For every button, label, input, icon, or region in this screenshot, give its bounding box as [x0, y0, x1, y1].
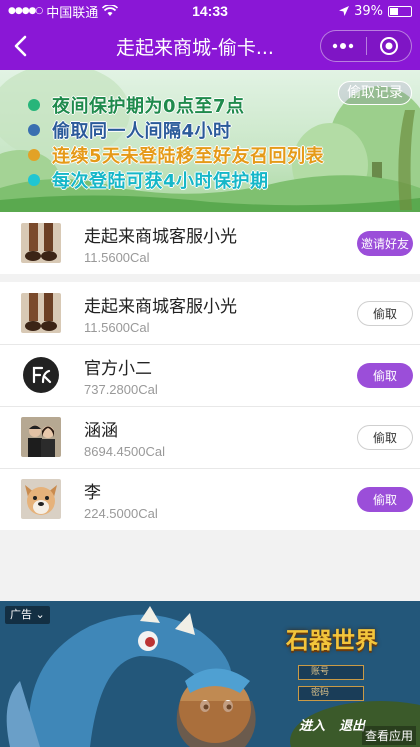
close-miniprogram-button[interactable]: [367, 31, 412, 61]
friend-score: 11.5600Cal: [84, 319, 150, 335]
user-name: 走起来商城客服小光: [84, 226, 237, 247]
game-logo: 石器世界: [286, 627, 378, 654]
friend-row: 李 224.5000Cal 偷取: [0, 468, 420, 530]
friend-score: 8694.4500Cal: [84, 443, 165, 459]
friend-row: 涵涵 8694.4500Cal 偷取: [0, 406, 420, 468]
friend-name: 涵涵: [84, 420, 118, 441]
view-app-button[interactable]: 查看应用: [361, 726, 416, 745]
ad-banner[interactable]: 广告 ⌄ 石器世界 账号 密码 进入 退出 查看应用: [0, 601, 420, 747]
more-dots-icon: [333, 43, 354, 49]
steal-button[interactable]: 偷取: [357, 486, 413, 512]
avatar: [21, 479, 61, 519]
carrier-label: 中国联通: [46, 5, 99, 21]
rule-text: 夜间保护期为0点至7点: [52, 95, 245, 117]
ad-password-field: 密码: [298, 686, 364, 701]
rules-banner: 偷取记录 夜间保护期为0点至7点 偷取同一人间隔4小时连续5天未登陆移至好友召回列…: [0, 70, 420, 212]
friend-name: 官方小二: [84, 358, 152, 379]
avatar: [21, 417, 61, 457]
signal-icon: ●●●●○: [8, 6, 43, 16]
avatar: [21, 293, 61, 333]
target-circle-icon: [379, 37, 398, 55]
friend-row: 官方小二 737.2800Cal 偷取: [0, 344, 420, 406]
steal-button[interactable]: 偷取: [357, 300, 413, 326]
friend-score: 224.5000Cal: [84, 505, 158, 521]
steal-button[interactable]: 偷取: [357, 424, 413, 450]
self-card: 走起来商城客服小光 11.5600Cal 邀请好友: [0, 212, 420, 274]
bullet-dot-icon: [28, 123, 40, 136]
bullet-dot-icon: [28, 148, 40, 161]
rule-item: 每次登陆可获4小时保护期: [28, 167, 324, 192]
rule-text: 每次登陆可获4小时保护期: [52, 170, 269, 192]
steal-button[interactable]: 偷取: [357, 362, 413, 388]
status-bar: ●●●●○ 中国联通 14:33 39%: [0, 0, 420, 22]
rule-item: 连续5天未登陆移至好友召回列表: [28, 142, 324, 167]
bullet-dot-icon: [28, 173, 40, 186]
rules-list: 夜间保护期为0点至7点 偷取同一人间隔4小时连续5天未登陆移至好友召回列表 每次登陆…: [28, 92, 324, 192]
user-score: 11.5600Cal: [84, 249, 150, 265]
ad-account-field: 账号: [298, 665, 364, 680]
self-row: 走起来商城客服小光 11.5600Cal 邀请好友: [0, 212, 420, 274]
rule-item: 夜间保护期为0点至7点: [28, 92, 324, 117]
wifi-icon: [102, 5, 119, 16]
back-button[interactable]: [0, 22, 40, 70]
invite-friend-button[interactable]: 邀请好友: [357, 230, 413, 256]
battery-percent: 39%: [354, 3, 383, 19]
more-button[interactable]: [321, 31, 366, 61]
ad-enter-button: 进入: [298, 719, 325, 734]
mini-program-capsule: [320, 30, 412, 62]
ad-tag[interactable]: 广告 ⌄: [5, 606, 50, 624]
avatar: [21, 355, 61, 395]
rule-item: 偷取同一人间隔4小时: [28, 117, 324, 142]
ad-tag-label: 广告: [10, 608, 32, 621]
friends-list: 走起来商城客服小光 11.5600Cal 偷取 官方小二 737.2800Cal 偷取 涵涵…: [0, 282, 420, 530]
status-time: 14:33: [192, 3, 228, 19]
steal-log-button[interactable]: 偷取记录: [338, 81, 412, 105]
battery-icon: [388, 5, 412, 17]
bullet-dot-icon: [28, 98, 40, 111]
friend-score: 737.2800Cal: [84, 381, 158, 397]
nav-bar: 走起来商城-偷卡...: [0, 22, 420, 70]
page-title: 走起来商城-偷卡...: [116, 36, 274, 59]
avatar: [21, 223, 61, 263]
chevron-left-icon: [14, 35, 27, 57]
rule-text: 连续5天未登陆移至好友召回列表: [52, 145, 325, 167]
friend-name: 李: [84, 482, 101, 503]
friend-name: 走起来商城客服小光: [84, 296, 237, 317]
friend-row: 走起来商城客服小光 11.5600Cal 偷取: [0, 282, 420, 344]
rule-text: 偷取同一人间隔4小时: [52, 120, 232, 142]
location-arrow-icon: [339, 6, 350, 16]
